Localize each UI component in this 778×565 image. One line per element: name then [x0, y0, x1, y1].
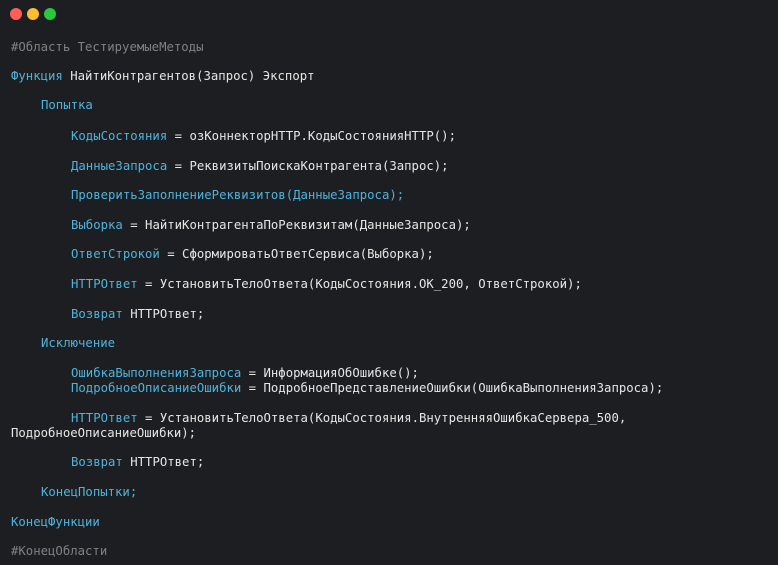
statement-text: = озКоннекторHTTP.КодыСостоянияHTTP();: [167, 129, 456, 143]
end-try-keyword: КонецПопытки;: [41, 485, 138, 499]
variable-name: ПодробноеОписаниеОшибки: [71, 381, 242, 395]
return-keyword: Возврат: [71, 307, 123, 321]
function-declaration-line: Функция НайтиКонтрагентов(Запрос) Экспор…: [11, 69, 315, 84]
statement-text: = ИнформацияОбОшибке();: [241, 366, 419, 380]
except-keyword: Исключение: [41, 336, 116, 350]
variable-name: ОтветСтрокой: [71, 247, 160, 261]
region-start-comment: #Область ТестируемыеМетоды: [11, 40, 204, 54]
variable-name: HTTPОтвет: [71, 277, 138, 291]
statement-text: = УстановитьТелоОтвета(КодыСостояния.Вну…: [137, 411, 627, 425]
statement-text: = УстановитьТелоОтвета(КодыСостояния.OK_…: [137, 277, 582, 291]
code-window: #Область ТестируемыеМетоды Функция Найти…: [0, 0, 778, 565]
end-function-keyword: КонецФункции: [11, 515, 100, 529]
code-line-response-string: ОтветСтрокой = СформироватьОтветСервиса(…: [71, 247, 434, 262]
code-line-error-response-continuation: ПодробноеОписаниеОшибки);: [11, 426, 197, 440]
variable-name: HTTPОтвет: [71, 411, 138, 425]
code-editor[interactable]: #Область ТестируемыеМетоды Функция Найти…: [0, 0, 778, 565]
region-end-comment: #КонецОбласти: [11, 544, 108, 558]
variable-name: ДанныеЗапроса: [71, 159, 168, 173]
code-line-error-return: Возврат HTTPОтвет;: [71, 455, 204, 470]
statement-text: = СформироватьОтветСервиса(Выборка);: [159, 247, 434, 261]
code-line-request-data: ДанныеЗапроса = РеквизитыПоискаКонтраген…: [71, 159, 449, 174]
statement-text: = ПодробноеПредставлениеОшибки(ОшибкаВып…: [241, 381, 664, 395]
statement-text: = НайтиКонтрагентаПоРеквизитам(ДанныеЗап…: [122, 218, 471, 232]
statement-text: = РеквизитыПоискаКонтрагента(Запрос);: [167, 159, 449, 173]
code-line-error-response: HTTPОтвет = УстановитьТелоОтвета(КодыСос…: [71, 411, 626, 426]
try-keyword: Попытка: [41, 98, 93, 112]
variable-name: Выборка: [71, 218, 123, 232]
function-keyword: Функция: [11, 69, 63, 83]
code-line-status-codes: КодыСостояния = озКоннекторHTTP.КодыСост…: [71, 129, 456, 144]
code-line-http-response: HTTPОтвет = УстановитьТелоОтвета(КодыСос…: [71, 277, 582, 292]
return-keyword: Возврат: [71, 455, 123, 469]
statement-text: HTTPОтвет;: [122, 307, 205, 321]
code-line-check-fields: ПроверитьЗаполнениеРеквизитов(ДанныеЗапр…: [71, 188, 405, 202]
code-line-error-description: ПодробноеОписаниеОшибки = ПодробноеПредс…: [71, 381, 663, 396]
code-line-return: Возврат HTTPОтвет;: [71, 307, 204, 322]
variable-name: КодыСостояния: [71, 129, 168, 143]
code-line-selection: Выборка = НайтиКонтрагентаПоРеквизитам(Д…: [71, 218, 471, 233]
code-line-error-info: ОшибкаВыполненияЗапроса = ИнформацияОбОш…: [71, 366, 419, 381]
statement-text: HTTPОтвет;: [122, 455, 205, 469]
function-signature: НайтиКонтрагентов(Запрос) Экспорт: [62, 69, 315, 83]
variable-name: ОшибкаВыполненияЗапроса: [71, 366, 242, 380]
